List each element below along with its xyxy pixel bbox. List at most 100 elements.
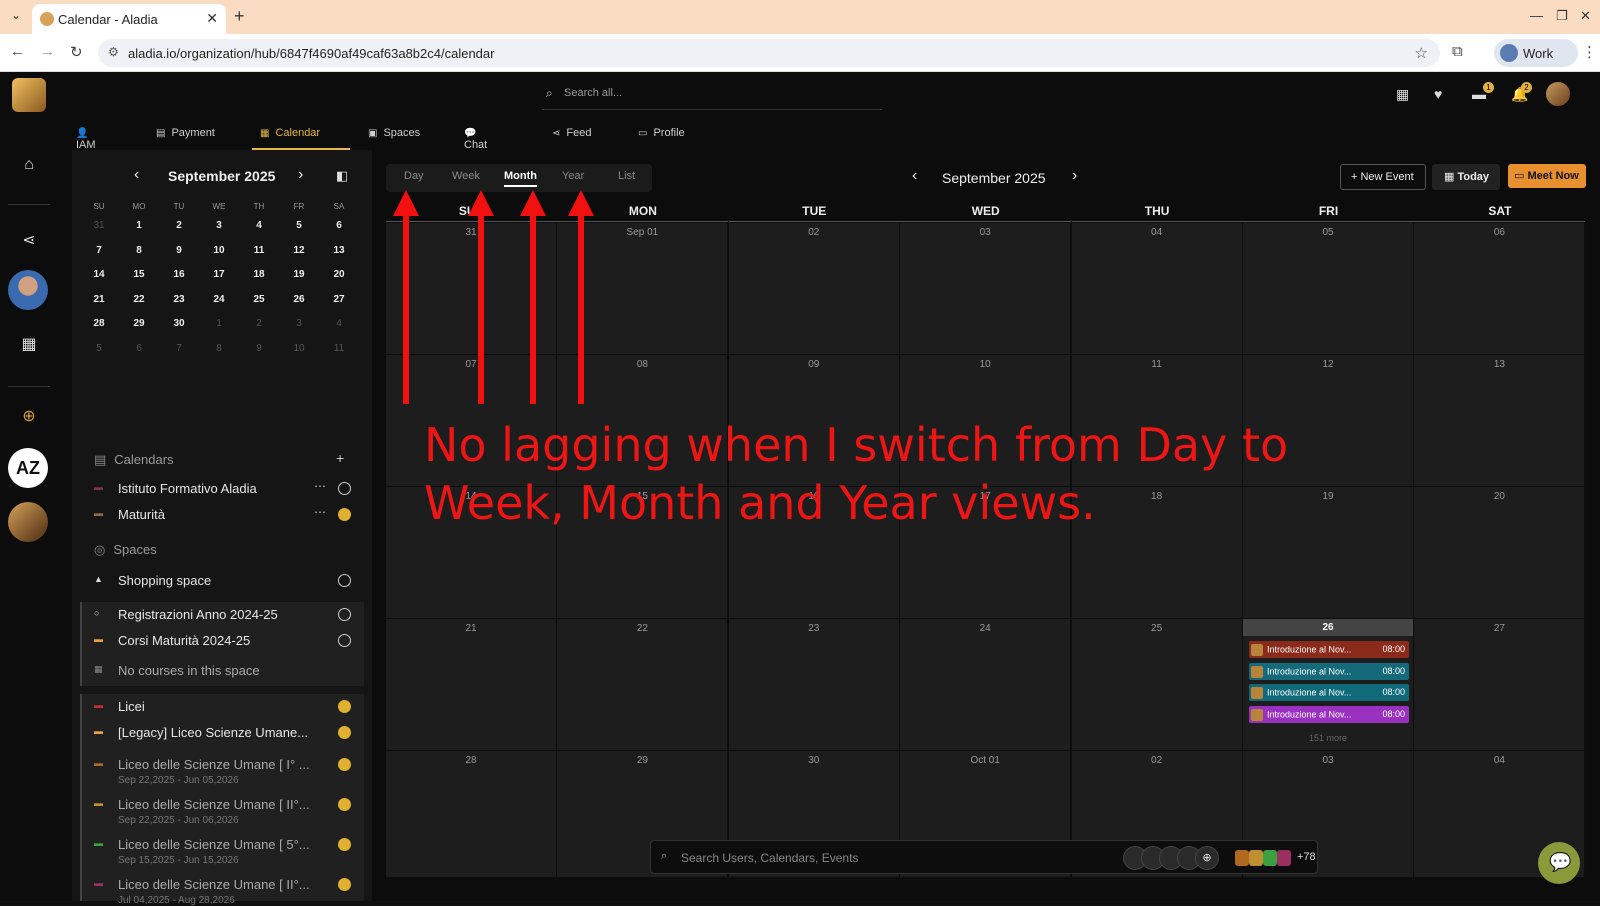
close-window-icon[interactable]: ✕	[1580, 8, 1591, 24]
reload-icon[interactable]: ↻	[70, 43, 83, 61]
space-sub-toggle[interactable]	[338, 634, 351, 647]
mini-day[interactable]: 1	[204, 318, 234, 329]
space-item[interactable]: ▲ Shopping space	[82, 568, 362, 594]
today-button[interactable]: ▦ Today	[1432, 164, 1500, 190]
mini-day[interactable]: 5	[84, 343, 114, 354]
mini-day[interactable]: 18	[244, 269, 274, 280]
event-chip[interactable]: Introduzione al Nov... 08:00	[1249, 662, 1409, 680]
mini-day[interactable]: 21	[84, 294, 114, 305]
mini-day[interactable]: 6	[124, 343, 154, 354]
mini-day[interactable]: 7	[84, 245, 114, 256]
day-cell[interactable]: 13	[1414, 355, 1586, 487]
nav-tab-feed[interactable]: ⋖ Feed	[552, 118, 591, 150]
day-cell[interactable]: 26 Introduzione al Nov... 08:00 Introduzion…	[1243, 619, 1414, 751]
global-search[interactable]: ⌕ Search all...	[542, 80, 882, 110]
next-month-icon[interactable]: ›	[1072, 167, 1077, 185]
course-item[interactable]: ▬ Licei	[82, 694, 362, 720]
nav-tab-iam[interactable]: 👤IAM	[76, 118, 96, 151]
course-item[interactable]: ▬ Liceo delle Scienze Umane [ II°... Sep 2…	[82, 792, 362, 826]
mini-day[interactable]: 11	[244, 245, 274, 256]
more-events-link[interactable]: 151 more	[1243, 733, 1413, 743]
mini-day[interactable]: 24	[204, 294, 234, 305]
mini-day[interactable]: 17	[204, 269, 234, 280]
course-item[interactable]: ▬ Liceo delle Scienze Umane [ I° ... Sep 2…	[82, 752, 362, 786]
mini-day[interactable]: 29	[124, 318, 154, 329]
aladia-space-avatar[interactable]	[8, 502, 48, 542]
day-cell[interactable]: 04	[1071, 223, 1243, 355]
course-toggle[interactable]	[338, 726, 351, 739]
extensions-icon[interactable]: ⧉	[1452, 43, 1463, 60]
nav-tab-calendar[interactable]: ▦ Calendar	[252, 118, 350, 150]
nav-tab-payment[interactable]: ▤ Payment	[156, 118, 215, 150]
mini-day[interactable]: 1	[124, 220, 154, 231]
sidebar-toggle-icon[interactable]: ◧	[336, 168, 348, 184]
prev-month-icon[interactable]: ‹	[912, 167, 917, 185]
mini-day[interactable]: 27	[324, 294, 354, 305]
course-toggle[interactable]	[338, 700, 351, 713]
support-chat-button[interactable]: 💬	[1538, 842, 1580, 884]
calendar-chip[interactable]	[1249, 850, 1263, 866]
mini-day[interactable]: 8	[124, 245, 154, 256]
space-sub-item[interactable]: ▬ Corsi Maturità 2024-25	[82, 628, 362, 654]
calendar-icon[interactable]: ▦	[1396, 86, 1409, 103]
mini-day[interactable]: 4	[324, 318, 354, 329]
contact-avatar[interactable]	[8, 270, 48, 310]
bottom-search[interactable]: ⌕ Search Users, Calendars, Events ⊕ +78	[650, 840, 1318, 874]
mini-day[interactable]: 10	[204, 245, 234, 256]
mini-day[interactable]: 22	[124, 294, 154, 305]
profile-chip[interactable]: Work	[1494, 39, 1578, 67]
calendar-chip[interactable]	[1277, 850, 1291, 866]
nav-tab-chat[interactable]: 💬Chat	[464, 118, 487, 151]
mini-day[interactable]: 23	[164, 294, 194, 305]
az-space-avatar[interactable]: AZ	[8, 448, 48, 488]
add-circle-icon[interactable]: ⊕	[12, 406, 46, 440]
course-toggle[interactable]	[338, 838, 351, 851]
new-event-button[interactable]: + New Event	[1340, 164, 1426, 190]
day-cell[interactable]: 03	[900, 223, 1072, 355]
view-tab-day[interactable]: Day	[404, 170, 424, 182]
user-avatar[interactable]	[1546, 82, 1570, 106]
mini-day[interactable]: 25	[244, 294, 274, 305]
tab-list-chevron-icon[interactable]: ⌄	[6, 8, 26, 26]
forward-icon[interactable]: →	[40, 43, 55, 60]
site-info-icon[interactable]: ⚙	[108, 45, 119, 59]
space-sub-item[interactable]: ○ Registrazioni Anno 2024-25	[82, 602, 362, 628]
calendar-item[interactable]: ▬ Maturità ⋯	[82, 502, 362, 528]
space-sub-toggle[interactable]	[338, 608, 351, 621]
mini-day[interactable]: 19	[284, 269, 314, 280]
calendar-item[interactable]: ▬ Istituto Formativo Aladia ⋯	[82, 476, 362, 502]
close-tab-icon[interactable]: ✕	[206, 10, 218, 27]
mini-day[interactable]: 13	[324, 245, 354, 256]
browser-tab[interactable]: Calendar - Aladia ✕	[32, 4, 226, 34]
day-cell[interactable]: 23	[728, 619, 900, 751]
day-cell[interactable]: 22	[557, 619, 729, 751]
back-icon[interactable]: ←	[10, 43, 25, 60]
view-tab-year[interactable]: Year	[562, 170, 584, 182]
mini-day[interactable]: 11	[324, 343, 354, 354]
day-cell[interactable]: 28	[386, 751, 557, 878]
mini-day[interactable]: 2	[244, 318, 274, 329]
mini-day[interactable]: 9	[164, 245, 194, 256]
calendar-chip[interactable]	[1263, 850, 1277, 866]
space-toggle[interactable]	[338, 574, 351, 587]
course-item[interactable]: ▬ [Legacy] Liceo Scienze Umane...	[82, 720, 362, 746]
calendar-toggle[interactable]	[338, 482, 351, 495]
day-cell[interactable]: 25	[1071, 619, 1243, 751]
add-user-icon[interactable]: ⊕	[1195, 846, 1219, 870]
share-icon[interactable]: ⋖	[12, 230, 46, 264]
mini-day[interactable]: 26	[284, 294, 314, 305]
day-cell[interactable]: 02	[728, 223, 900, 355]
day-cell[interactable]: 06	[1414, 223, 1586, 355]
nav-tab-profile[interactable]: ▭ Profile	[638, 118, 685, 150]
more-icon[interactable]: ⋯	[314, 505, 326, 519]
mini-day[interactable]: 12	[284, 245, 314, 256]
mini-day[interactable]: 3	[204, 220, 234, 231]
day-cell[interactable]: 20	[1414, 487, 1586, 619]
new-tab-icon[interactable]: +	[234, 6, 245, 27]
course-item[interactable]: ▬ Liceo delle Scienze Umane [ II°... Jul 0…	[82, 872, 362, 906]
course-toggle[interactable]	[338, 798, 351, 811]
mini-day[interactable]: 3	[284, 318, 314, 329]
mini-day[interactable]: 5	[284, 220, 314, 231]
day-cell[interactable]: 24	[900, 619, 1072, 751]
mini-day[interactable]: 31	[84, 220, 114, 231]
